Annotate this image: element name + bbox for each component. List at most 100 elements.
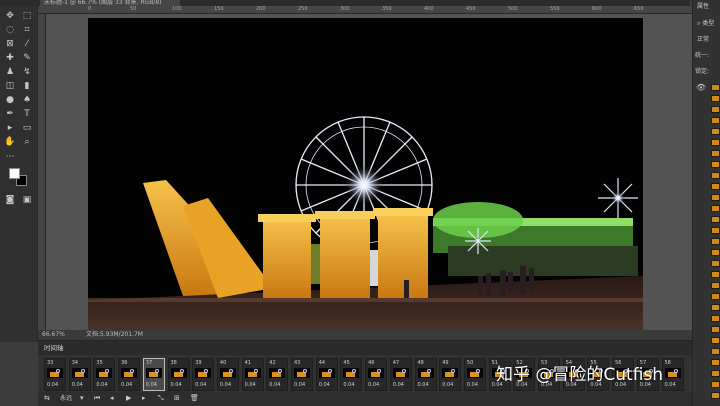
brush-tool-icon[interactable]: ✎ (20, 52, 34, 64)
delete-frame-icon[interactable]: 🗑 (190, 394, 199, 403)
timeline-frame[interactable]: 50 0.04 (463, 358, 486, 391)
timeline-frame[interactable]: 40 0.04 (216, 358, 239, 391)
timeline-frame[interactable]: 45 0.04 (340, 358, 363, 391)
move-tool-icon[interactable]: ✥ (3, 10, 17, 22)
healing-brush-icon[interactable]: ✚ (3, 52, 17, 64)
frame-delay-select[interactable]: 0.04 (294, 382, 305, 388)
layer-thumbnail[interactable] (711, 150, 720, 157)
frame-delay-select[interactable]: 0.04 (72, 382, 83, 388)
frame-delay-select[interactable]: 0.04 (220, 382, 231, 388)
eyedropper-tool-icon[interactable]: ⁄ (20, 38, 34, 50)
loop-dropdown-icon[interactable]: ▾ (80, 394, 84, 403)
screen-mode-icon[interactable]: ▣ (20, 194, 34, 206)
layer-thumbnail[interactable] (711, 392, 720, 399)
timeline-title[interactable]: 时间轴 (44, 344, 64, 352)
pen-tool-icon[interactable]: ✒ (3, 108, 17, 120)
properties-panel-title[interactable]: 属性 (697, 3, 709, 10)
layer-thumbnail[interactable] (711, 337, 720, 344)
frame-delay-select[interactable]: 0.04 (121, 382, 132, 388)
document-info[interactable]: 文档:5.93M/201.7M (86, 330, 143, 340)
play-icon[interactable]: ▶ (126, 394, 131, 403)
new-frame-icon[interactable]: ⊞ (174, 394, 180, 403)
layer-thumbnail[interactable] (711, 84, 720, 91)
timeline-frame[interactable]: 35 0.04 (93, 358, 116, 391)
zoom-level[interactable]: 66.67% (42, 330, 65, 340)
rectangle-tool-icon[interactable]: ▭ (20, 122, 34, 134)
layer-thumbnail[interactable] (711, 271, 720, 278)
layer-visibility-eye-icon[interactable]: 👁 (696, 84, 706, 92)
timeline-frame[interactable]: 41 0.04 (241, 358, 264, 391)
first-frame-icon[interactable]: ⏮ (94, 394, 100, 403)
frame-delay-select[interactable]: 0.04 (665, 382, 676, 388)
timeline-frame[interactable]: 44 0.04 (315, 358, 338, 391)
history-brush-icon[interactable]: ↯ (20, 66, 34, 78)
document-photo[interactable] (88, 18, 643, 330)
layer-thumbnail[interactable] (711, 282, 720, 289)
timeline-frame[interactable]: 48 0.04 (414, 358, 437, 391)
layer-thumbnail[interactable] (711, 183, 720, 190)
layer-filter-search[interactable]: ⌕ 类型 (697, 20, 714, 27)
timeline-frame[interactable]: 43 0.04 (291, 358, 313, 391)
crop-tool-icon[interactable]: ⌗ (20, 24, 34, 36)
marquee-tool-icon[interactable]: ⬚ (20, 10, 34, 22)
timeline-frame[interactable]: 38 0.04 (167, 358, 190, 391)
blur-tool-icon[interactable]: ● (3, 94, 17, 106)
timeline-frame[interactable]: 46 0.04 (365, 358, 388, 391)
frame-delay-select[interactable]: 0.04 (146, 382, 157, 388)
layer-thumbnail[interactable] (711, 194, 720, 201)
layer-thumbnail[interactable] (711, 227, 720, 234)
layer-thumbnail[interactable] (711, 370, 720, 377)
timeline-frame[interactable]: 36 0.04 (118, 358, 141, 391)
layer-thumbnail[interactable] (711, 249, 720, 256)
frame-delay-select[interactable]: 0.04 (418, 382, 429, 388)
tween-icon[interactable]: ⤡ (158, 394, 164, 403)
blend-mode-select[interactable]: 正常 (697, 36, 709, 43)
layer-thumbnail[interactable] (711, 161, 720, 168)
layer-thumbnail[interactable] (711, 205, 720, 212)
loop-options-select[interactable]: 永远 (60, 394, 72, 403)
lasso-tool-icon[interactable]: ◌ (3, 24, 17, 36)
layer-thumbnail[interactable] (711, 95, 720, 102)
layer-thumbnail[interactable] (711, 139, 720, 146)
layer-thumbnail[interactable] (711, 304, 720, 311)
layer-thumbnail[interactable] (711, 260, 720, 267)
frame-delay-select[interactable]: 0.04 (195, 382, 206, 388)
frame-delay-select[interactable]: 0.04 (343, 382, 354, 388)
layer-thumbnail[interactable] (711, 216, 720, 223)
gradient-tool-icon[interactable]: ▮ (20, 80, 34, 92)
timeline-frame[interactable]: 39 0.04 (192, 358, 215, 391)
frame-tool-icon[interactable]: ⊠ (3, 38, 17, 50)
layer-thumbnail[interactable] (711, 172, 720, 179)
frame-delay-select[interactable]: 0.04 (269, 382, 280, 388)
stamp-tool-icon[interactable]: ♟ (3, 66, 17, 78)
foreground-color-swatch[interactable] (9, 168, 20, 179)
frame-delay-select[interactable]: 0.04 (171, 382, 182, 388)
layer-thumbnail[interactable] (711, 117, 720, 124)
layer-thumbnail[interactable] (711, 128, 720, 135)
layer-thumbnail[interactable] (711, 106, 720, 113)
layer-thumbnail[interactable] (711, 381, 720, 388)
layer-thumbnail[interactable] (711, 359, 720, 366)
timeline-frame[interactable]: 49 0.04 (439, 358, 462, 391)
layer-thumbnail[interactable] (711, 326, 720, 333)
layer-thumbnail[interactable] (711, 238, 720, 245)
convert-icon[interactable]: ⇆ (44, 394, 50, 403)
frame-delay-select[interactable]: 0.04 (442, 382, 453, 388)
timeline-frame[interactable]: 47 0.04 (389, 358, 412, 391)
layer-thumbnail[interactable] (711, 348, 720, 355)
frame-delay-select[interactable]: 0.04 (47, 382, 58, 388)
next-frame-icon[interactable]: ▸ (142, 394, 146, 403)
more-tools-icon[interactable]: ⋯ (3, 151, 17, 163)
frame-delay-select[interactable]: 0.04 (319, 382, 330, 388)
frame-delay-select[interactable]: 0.04 (467, 382, 478, 388)
layer-thumbnail[interactable] (711, 293, 720, 300)
path-select-icon[interactable]: ▸ (3, 122, 17, 134)
timeline-frame[interactable]: 34 0.04 (68, 358, 91, 391)
timeline-frame[interactable]: 33 0.04 (44, 358, 66, 391)
frame-delay-select[interactable]: 0.04 (245, 382, 256, 388)
timeline-frame[interactable]: 42 0.04 (266, 358, 289, 391)
frame-delay-select[interactable]: 0.04 (96, 382, 107, 388)
frame-delay-select[interactable]: 0.04 (368, 382, 379, 388)
quick-mask-icon[interactable]: ◙ (3, 194, 17, 206)
timeline-frame[interactable]: 37 0.04 (142, 358, 165, 391)
